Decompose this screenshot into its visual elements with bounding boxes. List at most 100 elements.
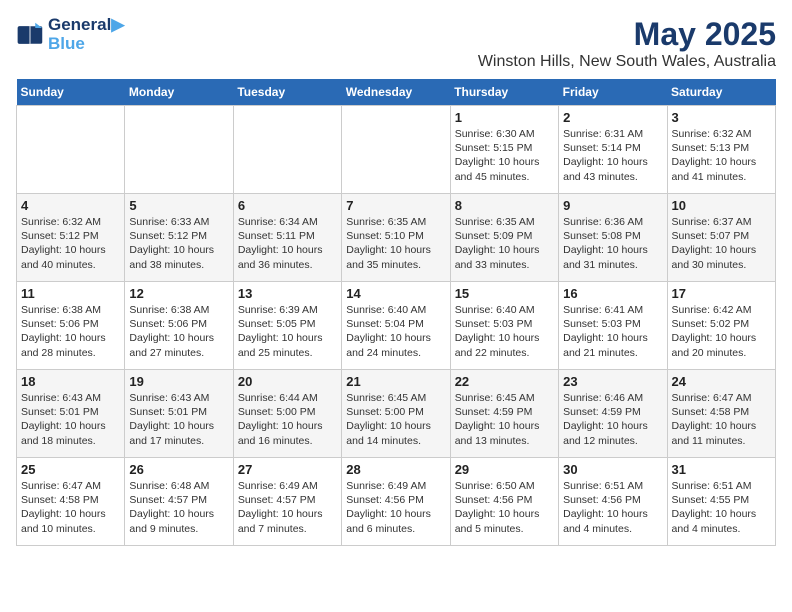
day-info: Sunrise: 6:35 AM Sunset: 5:10 PM Dayligh… bbox=[346, 215, 445, 272]
day-info: Sunrise: 6:50 AM Sunset: 4:56 PM Dayligh… bbox=[455, 479, 554, 536]
day-number: 8 bbox=[455, 198, 554, 213]
week-row-5: 25 Sunrise: 6:47 AM Sunset: 4:58 PM Dayli… bbox=[17, 458, 776, 546]
header-cell-monday: Monday bbox=[125, 79, 233, 106]
day-info: Sunrise: 6:45 AM Sunset: 5:00 PM Dayligh… bbox=[346, 391, 445, 448]
day-info: Sunrise: 6:30 AM Sunset: 5:15 PM Dayligh… bbox=[455, 127, 554, 184]
day-number: 5 bbox=[129, 198, 228, 213]
day-info: Sunrise: 6:49 AM Sunset: 4:57 PM Dayligh… bbox=[238, 479, 337, 536]
day-cell: 12Sunrise: 6:38 AM Sunset: 5:06 PM Dayli… bbox=[125, 282, 233, 370]
day-cell: 29 Sunrise: 6:50 AM Sunset: 4:56 PM Dayli… bbox=[450, 458, 558, 546]
day-number: 23 bbox=[563, 374, 662, 389]
day-info: Sunrise: 6:45 AM Sunset: 4:59 PM Dayligh… bbox=[455, 391, 554, 448]
day-cell: 18 Sunrise: 6:43 AM Sunset: 5:01 PM Dayli… bbox=[17, 370, 125, 458]
day-info: Sunrise: 6:48 AM Sunset: 4:57 PM Dayligh… bbox=[129, 479, 228, 536]
day-cell: 7 Sunrise: 6:35 AM Sunset: 5:10 PM Daylig… bbox=[342, 194, 450, 282]
day-cell bbox=[125, 106, 233, 194]
day-cell: 8 Sunrise: 6:35 AM Sunset: 5:09 PM Daylig… bbox=[450, 194, 558, 282]
day-info: Sunrise: 6:33 AM Sunset: 5:12 PM Dayligh… bbox=[129, 215, 228, 272]
day-number: 11 bbox=[21, 286, 120, 301]
week-row-1: 1 Sunrise: 6:30 AM Sunset: 5:15 PM Daylig… bbox=[17, 106, 776, 194]
day-cell: 6 Sunrise: 6:34 AM Sunset: 5:11 PM Daylig… bbox=[233, 194, 341, 282]
header-cell-saturday: Saturday bbox=[667, 79, 775, 106]
day-number: 31 bbox=[672, 462, 771, 477]
day-cell: 19 Sunrise: 6:43 AM Sunset: 5:01 PM Dayli… bbox=[125, 370, 233, 458]
week-row-2: 4Sunrise: 6:32 AM Sunset: 5:12 PM Daylig… bbox=[17, 194, 776, 282]
calendar-header: SundayMondayTuesdayWednesdayThursdayFrid… bbox=[17, 79, 776, 106]
day-cell bbox=[342, 106, 450, 194]
day-number: 24 bbox=[672, 374, 771, 389]
day-number: 1 bbox=[455, 110, 554, 125]
day-number: 13 bbox=[238, 286, 337, 301]
day-info: Sunrise: 6:47 AM Sunset: 4:58 PM Dayligh… bbox=[672, 391, 771, 448]
day-number: 10 bbox=[672, 198, 771, 213]
day-info: Sunrise: 6:31 AM Sunset: 5:14 PM Dayligh… bbox=[563, 127, 662, 184]
day-info: Sunrise: 6:43 AM Sunset: 5:01 PM Dayligh… bbox=[21, 391, 120, 448]
day-number: 12 bbox=[129, 286, 228, 301]
day-number: 18 bbox=[21, 374, 120, 389]
day-info: Sunrise: 6:43 AM Sunset: 5:01 PM Dayligh… bbox=[129, 391, 228, 448]
day-cell: 17Sunrise: 6:42 AM Sunset: 5:02 PM Dayli… bbox=[667, 282, 775, 370]
day-info: Sunrise: 6:38 AM Sunset: 5:06 PM Dayligh… bbox=[21, 303, 120, 360]
day-cell: 9 Sunrise: 6:36 AM Sunset: 5:08 PM Daylig… bbox=[559, 194, 667, 282]
day-cell: 14Sunrise: 6:40 AM Sunset: 5:04 PM Dayli… bbox=[342, 282, 450, 370]
day-number: 29 bbox=[455, 462, 554, 477]
day-info: Sunrise: 6:42 AM Sunset: 5:02 PM Dayligh… bbox=[672, 303, 771, 360]
day-number: 19 bbox=[129, 374, 228, 389]
day-number: 15 bbox=[455, 286, 554, 301]
header-cell-friday: Friday bbox=[559, 79, 667, 106]
day-info: Sunrise: 6:40 AM Sunset: 5:03 PM Dayligh… bbox=[455, 303, 554, 360]
week-row-3: 11 Sunrise: 6:38 AM Sunset: 5:06 PM Dayli… bbox=[17, 282, 776, 370]
day-number: 20 bbox=[238, 374, 337, 389]
day-cell: 31 Sunrise: 6:51 AM Sunset: 4:55 PM Dayli… bbox=[667, 458, 775, 546]
day-cell: 2 Sunrise: 6:31 AM Sunset: 5:14 PM Daylig… bbox=[559, 106, 667, 194]
day-info: Sunrise: 6:37 AM Sunset: 5:07 PM Dayligh… bbox=[672, 215, 771, 272]
day-cell: 5 Sunrise: 6:33 AM Sunset: 5:12 PM Daylig… bbox=[125, 194, 233, 282]
day-info: Sunrise: 6:32 AM Sunset: 5:12 PM Dayligh… bbox=[21, 215, 120, 272]
day-number: 9 bbox=[563, 198, 662, 213]
day-info: Sunrise: 6:34 AM Sunset: 5:11 PM Dayligh… bbox=[238, 215, 337, 272]
logo-text: General▶ Blue bbox=[48, 16, 124, 53]
header: General▶ Blue May 2025 Winston Hills, Ne… bbox=[16, 16, 776, 71]
day-cell: 26 Sunrise: 6:48 AM Sunset: 4:57 PM Dayli… bbox=[125, 458, 233, 546]
logo: General▶ Blue bbox=[16, 16, 124, 53]
day-info: Sunrise: 6:41 AM Sunset: 5:03 PM Dayligh… bbox=[563, 303, 662, 360]
day-info: Sunrise: 6:44 AM Sunset: 5:00 PM Dayligh… bbox=[238, 391, 337, 448]
day-cell: 25 Sunrise: 6:47 AM Sunset: 4:58 PM Dayli… bbox=[17, 458, 125, 546]
day-cell: 16 Sunrise: 6:41 AM Sunset: 5:03 PM Dayli… bbox=[559, 282, 667, 370]
day-number: 27 bbox=[238, 462, 337, 477]
day-cell bbox=[17, 106, 125, 194]
main-title: May 2025 bbox=[478, 16, 776, 53]
day-info: Sunrise: 6:40 AM Sunset: 5:04 PM Dayligh… bbox=[346, 303, 445, 360]
calendar-body: 1 Sunrise: 6:30 AM Sunset: 5:15 PM Daylig… bbox=[17, 106, 776, 546]
day-number: 26 bbox=[129, 462, 228, 477]
header-cell-wednesday: Wednesday bbox=[342, 79, 450, 106]
day-cell: 28Sunrise: 6:49 AM Sunset: 4:56 PM Dayli… bbox=[342, 458, 450, 546]
day-info: Sunrise: 6:39 AM Sunset: 5:05 PM Dayligh… bbox=[238, 303, 337, 360]
header-cell-thursday: Thursday bbox=[450, 79, 558, 106]
day-number: 6 bbox=[238, 198, 337, 213]
day-info: Sunrise: 6:47 AM Sunset: 4:58 PM Dayligh… bbox=[21, 479, 120, 536]
day-number: 7 bbox=[346, 198, 445, 213]
day-cell: 15 Sunrise: 6:40 AM Sunset: 5:03 PM Dayli… bbox=[450, 282, 558, 370]
day-number: 16 bbox=[563, 286, 662, 301]
day-number: 2 bbox=[563, 110, 662, 125]
day-number: 25 bbox=[21, 462, 120, 477]
day-cell bbox=[233, 106, 341, 194]
day-cell: 3Sunrise: 6:32 AM Sunset: 5:13 PM Daylig… bbox=[667, 106, 775, 194]
title-area: May 2025 Winston Hills, New South Wales,… bbox=[478, 16, 776, 71]
day-number: 30 bbox=[563, 462, 662, 477]
day-number: 21 bbox=[346, 374, 445, 389]
logo-icon bbox=[16, 21, 44, 49]
day-cell: 10 Sunrise: 6:37 AM Sunset: 5:07 PM Dayli… bbox=[667, 194, 775, 282]
day-info: Sunrise: 6:35 AM Sunset: 5:09 PM Dayligh… bbox=[455, 215, 554, 272]
day-cell: 11 Sunrise: 6:38 AM Sunset: 5:06 PM Dayli… bbox=[17, 282, 125, 370]
day-info: Sunrise: 6:32 AM Sunset: 5:13 PM Dayligh… bbox=[672, 127, 771, 184]
day-number: 22 bbox=[455, 374, 554, 389]
day-info: Sunrise: 6:36 AM Sunset: 5:08 PM Dayligh… bbox=[563, 215, 662, 272]
day-cell: 13 Sunrise: 6:39 AM Sunset: 5:05 PM Dayli… bbox=[233, 282, 341, 370]
subtitle: Winston Hills, New South Wales, Australi… bbox=[478, 53, 776, 71]
day-info: Sunrise: 6:51 AM Sunset: 4:55 PM Dayligh… bbox=[672, 479, 771, 536]
header-cell-tuesday: Tuesday bbox=[233, 79, 341, 106]
day-cell: 20 Sunrise: 6:44 AM Sunset: 5:00 PM Dayli… bbox=[233, 370, 341, 458]
calendar-table: SundayMondayTuesdayWednesdayThursdayFrid… bbox=[16, 79, 776, 546]
